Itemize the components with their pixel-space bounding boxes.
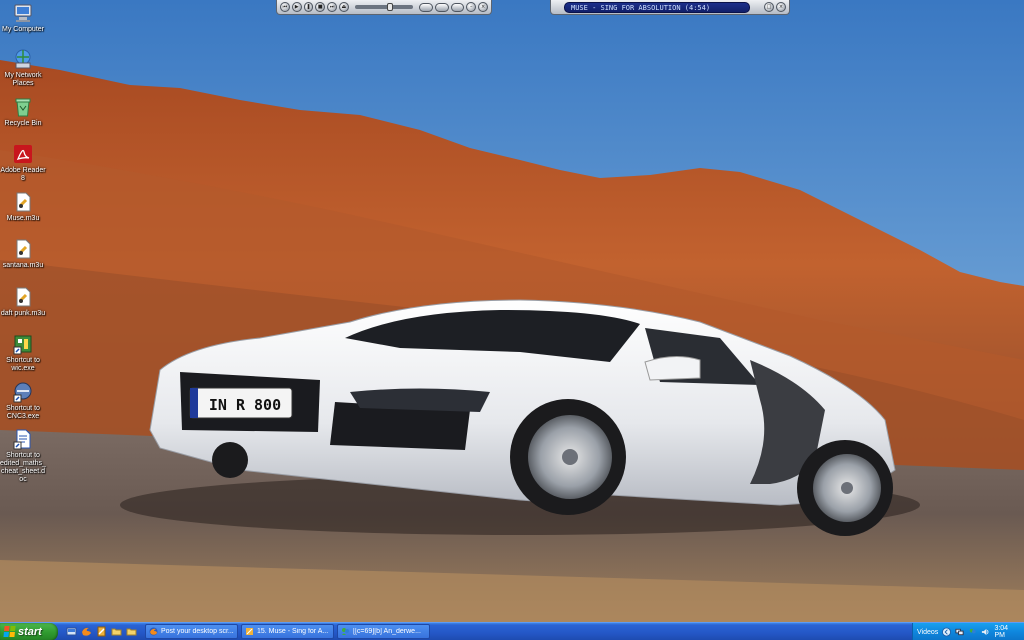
stop-button[interactable]: ■ — [315, 2, 326, 12]
my-computer-icon — [14, 4, 32, 22]
close-player-button[interactable]: × — [478, 2, 488, 12]
taskbar-button-label: [[c=69][b] An_derwe... — [353, 628, 421, 635]
start-button[interactable]: start — [0, 622, 58, 640]
now-playing-text: MUSE - SING FOR ABSOLUTION (4:54) — [564, 1, 750, 13]
seek-slider[interactable] — [354, 3, 414, 11]
license-plate-text: IN R 800 — [209, 396, 281, 414]
playlist-file-icon — [16, 287, 31, 307]
desktop-icon-maths-doc-shortcut[interactable]: Shortcut to edited_maths_cheat_sheet.doc — [0, 428, 46, 484]
desktop-icon-santana-playlist[interactable]: santana.m3u — [0, 238, 46, 270]
desktop-icon-network-places[interactable]: My Network Places — [0, 48, 46, 88]
desktop-icon-label: Adobe Reader 8 — [0, 167, 46, 182]
winamp-icon — [246, 628, 253, 635]
desktop-icon-wic-shortcut[interactable]: Shortcut to wic.exe — [0, 333, 46, 373]
volume-icon[interactable] — [981, 627, 990, 637]
repeat-toggle[interactable] — [434, 2, 449, 12]
folder-icon[interactable] — [126, 626, 137, 637]
desktop-icon-label: My Computer — [1, 26, 44, 33]
game-shortcut-icon — [13, 382, 32, 403]
taskbar-button-label: 15. Muse - Sing for A... — [257, 628, 329, 635]
desktop-icon-label: My Network Places — [4, 72, 42, 87]
restore-player-button[interactable]: □ — [764, 2, 774, 12]
start-label: start — [18, 625, 42, 638]
messenger-icon — [342, 628, 349, 635]
clock[interactable]: 3:04 PM — [994, 625, 1018, 639]
previous-track-button[interactable]: ⏮ — [280, 2, 290, 12]
now-playing-bar[interactable]: MUSE - SING FOR ABSOLUTION (4:54) □ × — [550, 0, 790, 15]
document-shortcut-icon — [13, 429, 31, 450]
winamp-icon[interactable] — [96, 626, 107, 637]
pause-button[interactable]: ❚ — [303, 2, 314, 12]
system-tray: Videos 3:04 PM — [912, 623, 1024, 640]
network-tray-icon[interactable] — [955, 627, 964, 637]
play-button[interactable]: ▶ — [291, 2, 302, 12]
next-track-button[interactable]: ⏭ — [327, 2, 337, 12]
taskbar-button-winamp[interactable]: 15. Muse - Sing for A... — [241, 624, 334, 639]
seek-knob[interactable] — [386, 3, 393, 11]
desktop-icon-adobe-reader[interactable]: Adobe Reader 8 — [0, 143, 46, 183]
quick-launch-toolbar — [58, 623, 145, 640]
desktop-icon-muse-playlist[interactable]: Muse.m3u — [0, 191, 46, 223]
desktop-wallpaper: IN R 800 — [0, 0, 1024, 640]
chevron-left-icon[interactable] — [942, 627, 952, 637]
minimize-player-button[interactable]: – — [466, 2, 477, 12]
taskbar-button-firefox[interactable]: Post your desktop scr... — [145, 624, 238, 639]
firefox-icon — [149, 627, 158, 636]
playlist-file-icon — [16, 192, 31, 212]
recycle-bin-icon — [15, 98, 31, 117]
tray-videos-label[interactable]: Videos — [917, 629, 938, 636]
taskbar: start Post your desktop scr... 15. Muse … — [0, 622, 1024, 640]
firefox-icon[interactable] — [81, 626, 92, 637]
show-desktop-icon[interactable] — [66, 626, 77, 637]
messenger-tray-icon[interactable] — [968, 627, 977, 637]
network-places-icon — [15, 49, 31, 69]
desktop-icon-label: daft punk.m3u — [0, 310, 46, 317]
desktop-icon-label: santana.m3u — [2, 262, 44, 269]
desktop-icon-label: Recycle Bin — [4, 120, 42, 127]
desktop-icon-my-computer[interactable]: My Computer — [0, 2, 46, 34]
desktop-icon-label: Shortcut to CNC3.exe — [6, 405, 40, 420]
shuffle-toggle[interactable] — [419, 2, 433, 12]
media-player-control-bar[interactable]: ⏮ ▶ ❚ ■ ⏭ ⏏ – × — [276, 0, 492, 15]
windows-logo-icon — [3, 626, 16, 637]
taskbar-button-messenger[interactable]: [[c=69][b] An_derwe... — [337, 624, 430, 639]
taskbar-button-label: Post your desktop scr... — [161, 628, 234, 635]
playlist-file-icon — [16, 239, 31, 259]
desktop-icon-label: Muse.m3u — [6, 215, 40, 222]
desktop-icon-label: Shortcut to edited_maths_cheat_sheet.doc — [0, 452, 46, 483]
desktop-icon-cnc3-shortcut[interactable]: Shortcut to CNC3.exe — [0, 381, 46, 421]
desktop-icon-label: Shortcut to wic.exe — [6, 357, 40, 372]
eject-button[interactable]: ⏏ — [338, 2, 349, 12]
desktop-icon-daft-punk-playlist[interactable]: daft punk.m3u — [0, 286, 46, 318]
desktop-icon-recycle-bin[interactable]: Recycle Bin — [0, 96, 46, 128]
playlist-toggle[interactable] — [450, 2, 465, 12]
folder-icon[interactable] — [111, 626, 122, 637]
adobe-reader-icon — [14, 145, 32, 163]
app-shortcut-icon — [13, 335, 32, 355]
close-now-playing-button[interactable]: × — [776, 2, 786, 12]
